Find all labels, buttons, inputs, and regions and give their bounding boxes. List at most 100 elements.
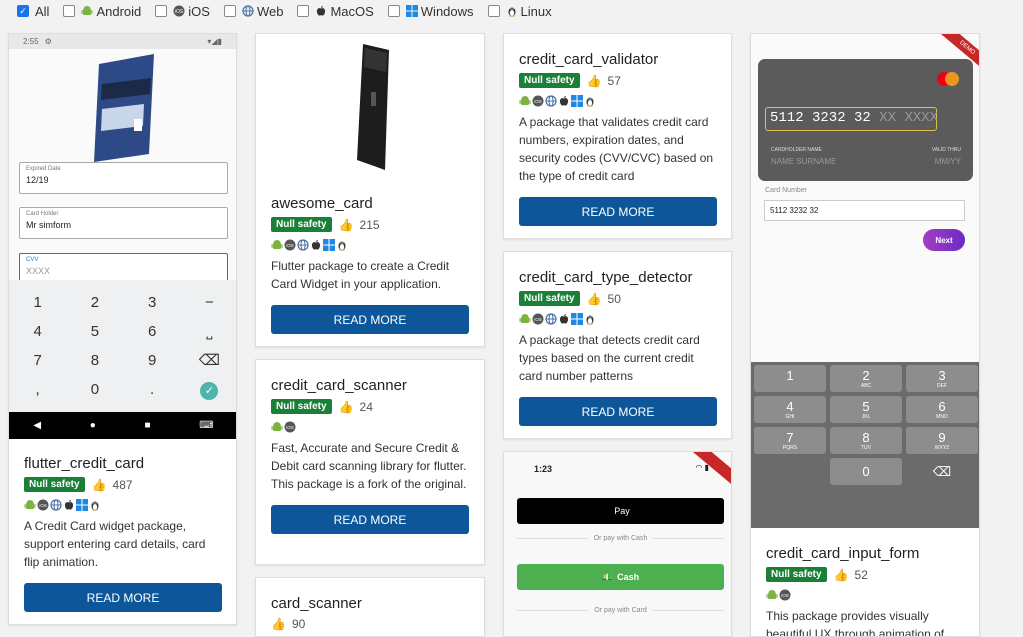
filter-label: MacOS [330,3,374,19]
wifi-battery-icon: ◠ ▮ [695,463,709,472]
package-title[interactable]: credit_card_input_form [766,545,964,562]
filter-label: Windows [420,3,474,19]
recents-icon[interactable]: ■ [144,420,150,431]
keypad-key[interactable]: 5 JKL [830,396,902,423]
windows-icon [76,499,88,511]
filter-all[interactable]: ✓ All [17,4,49,19]
null-safety-badge: Null safety [271,399,332,414]
keyboard-icon[interactable]: ⌨ [199,420,213,431]
platform-filter-bar: ✓ All Android iOS iOS Web MacOS Windows Li… [17,3,566,19]
filter-windows[interactable]: Windows [387,3,474,19]
keypad-key[interactable]: 7 PQRS [754,427,826,454]
checkbox[interactable] [155,5,168,17]
filter-ios[interactable]: iOS iOS [155,4,210,19]
valid-value: MM/YY [934,157,961,166]
apple-icon [315,5,327,17]
package-title[interactable]: awesome_card [271,195,469,212]
filter-linux[interactable]: Linux [487,4,552,19]
card-number-input[interactable]: 5112 3232 32 [764,200,965,221]
expired-date-field[interactable]: Expired Date 12/19 [19,162,228,194]
keypad-key[interactable]: 5 [66,317,123,346]
checkbox[interactable] [223,5,236,17]
keypad-key[interactable]: 1 [754,365,826,392]
keypad-key[interactable]: 3 DEF [906,365,978,392]
filter-android[interactable]: Android [63,4,141,19]
keypad-key[interactable]: 0 [66,375,123,404]
package-title[interactable]: credit_card_scanner [271,377,469,394]
keypad-key[interactable]: 6 MNO [906,396,978,423]
checkbox[interactable] [387,5,400,17]
read-more-button[interactable]: READ MORE [519,197,717,226]
checkbox[interactable] [487,5,500,17]
package-title[interactable]: credit_card_validator [519,51,716,68]
like-count: 24 [359,399,373,414]
next-button[interactable]: Next [923,229,965,251]
keypad-key[interactable]: 4 [9,317,66,346]
cvv-field[interactable]: CVV XXXX [19,253,228,283]
checkbox[interactable] [63,5,76,17]
package-card-flutter-credit-card: 2:55 ⚙ ▾◢▮ Expired Date 12/19 Card Holder Mr… [8,33,237,625]
checkbox-checked[interactable]: ✓ [17,5,29,17]
apple-pay-button[interactable]: Pay [517,498,724,524]
keypad-key[interactable]: 8 TUV [830,427,902,454]
credit-card-preview: 5112 3232 32 XX XXXX CARDHOLDER NAME NAM… [758,59,973,181]
keypad-key[interactable]: − [181,288,236,317]
home-icon[interactable]: ● [90,420,96,431]
package-title[interactable]: flutter_credit_card [24,455,221,472]
read-more-button[interactable]: READ MORE [519,397,717,426]
ios-icon: iOS [779,589,791,601]
read-more-button[interactable]: READ MORE [271,305,469,334]
keypad-key[interactable]: 2 ABC [830,365,902,392]
android-icon [81,5,93,17]
checkbox[interactable] [297,5,310,17]
numeric-keypad: 1 2 3− 4 5 6 ⎵ 7 8 9 ⌫, 0. ✓ [9,280,236,412]
keypad-key[interactable]: 0 [830,458,902,485]
keypad-key[interactable]: ⌫ [181,346,236,375]
holder-label: CARDHOLDER NAME [771,147,822,153]
read-more-button[interactable]: READ MORE [24,583,222,612]
package-meta: Null safety 👍 50 [519,291,716,306]
card-holder-field[interactable]: Card Holder Mr simform [19,207,228,239]
linux-icon [89,499,101,511]
linux-icon [506,5,518,17]
filter-web[interactable]: Web [223,4,283,19]
svg-text:iOS: iOS [781,593,789,598]
apple-icon [558,95,570,107]
keypad-key[interactable]: , [9,375,66,404]
platform-icons: iOS [271,421,469,433]
cash-button[interactable]: 💵 Cash [517,564,724,590]
card-flip-illustration [94,54,154,162]
like-count: 50 [607,291,621,306]
keypad-key[interactable]: 1 [9,288,66,317]
package-card-credit-card-validator: credit_card_validator Null safety 👍 57 iOS… [503,33,732,239]
card-number-display: 5112 3232 32 XX XXXX [765,107,938,131]
backspace-icon[interactable]: ⌫ [906,458,978,485]
keypad-key[interactable]: 9 WXYZ [906,427,978,454]
null-safety-badge: Null safety [519,73,580,88]
filter-macos[interactable]: MacOS [297,3,374,19]
package-description: Fast, Accurate and Secure Credit & Debit… [271,441,467,491]
linux-icon [584,313,596,325]
package-screenshot: 1:23 ◠ ▮ Pay Or pay with Cash 💵 Cash Or p… [504,452,731,636]
svg-text:iOS: iOS [175,9,184,15]
keypad-key[interactable]: 2 [66,288,123,317]
keypad-key[interactable]: 7 [9,346,66,375]
package-title[interactable]: card_scanner [271,595,469,612]
keypad-key[interactable]: . [124,375,181,404]
keypad-key[interactable]: 6 [124,317,181,346]
read-more-button[interactable]: READ MORE [271,505,469,534]
package-card-credit-card-scanner: credit_card_scanner Null safety 👍 24 iOS F… [255,359,485,565]
back-icon[interactable]: ◀ [33,420,41,431]
platform-icons: iOS [271,239,469,251]
keypad-key[interactable]: 8 [66,346,123,375]
package-screenshot: 2:55 ⚙ ▾◢▮ Expired Date 12/19 Card Holder Mr… [9,34,236,439]
package-card-credit-card-input-form: DEMO 5112 3232 32 XX XXXX CARDHOLDER NAM… [750,33,980,637]
keypad-key[interactable]: ✓ [181,375,236,404]
like-count: 57 [607,73,621,88]
keypad-key[interactable]: 3 [124,288,181,317]
linux-icon [584,95,596,107]
package-title[interactable]: credit_card_type_detector [519,269,716,286]
keypad-key[interactable]: 4 GHI [754,396,826,423]
keypad-key[interactable]: 9 [124,346,181,375]
keypad-key[interactable]: ⎵ [181,317,236,346]
